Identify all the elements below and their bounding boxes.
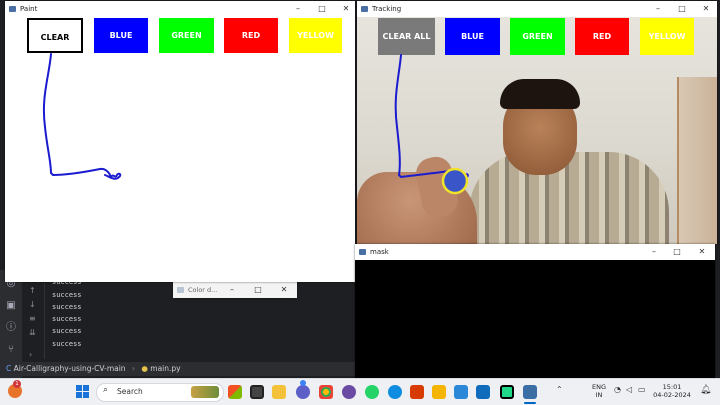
language-code: ENG bbox=[591, 383, 606, 391]
camera-feed: CLEAR ALL BLUE GREEN RED YELLOW bbox=[357, 17, 717, 244]
mask-titlebar[interactable]: mask – □ ✕ bbox=[355, 244, 715, 260]
teams-icon[interactable] bbox=[296, 385, 310, 399]
ide-breadcrumb: C Air-Calligraphy-using-CV-main › ● main… bbox=[0, 362, 356, 376]
copilot-icon[interactable] bbox=[228, 385, 242, 399]
pycharm-icon[interactable] bbox=[500, 385, 514, 399]
wifi-icon[interactable]: ◔ bbox=[614, 385, 621, 394]
office-icon[interactable] bbox=[410, 385, 424, 399]
tracking-titlebar[interactable]: Tracking – □ ✕ bbox=[357, 1, 717, 17]
maximize-icon[interactable]: □ bbox=[673, 1, 691, 17]
paint-window: Paint – □ ✕ CLEAR BLUE GREEN RED YELLOW bbox=[5, 1, 355, 282]
drawn-stroke bbox=[42, 53, 122, 180]
close-icon[interactable]: ✕ bbox=[693, 244, 711, 260]
terminal-icon[interactable]: ▣ bbox=[5, 300, 17, 312]
search-placeholder: Search bbox=[117, 387, 143, 396]
color-window[interactable]: Color d... – □ ✕ bbox=[173, 282, 297, 298]
problems-icon[interactable]: ⓘ bbox=[5, 322, 17, 334]
whatsapp-icon[interactable] bbox=[365, 385, 379, 399]
window-app-icon bbox=[177, 287, 184, 293]
clock-date: 04-02-2024 bbox=[653, 391, 691, 399]
task-view-icon[interactable] bbox=[250, 385, 264, 399]
minimize-icon[interactable]: – bbox=[649, 1, 667, 17]
window-title: mask bbox=[370, 248, 389, 256]
minimize-icon[interactable]: – bbox=[645, 244, 663, 260]
teams-badge bbox=[300, 380, 306, 386]
project-icon: C bbox=[6, 364, 12, 373]
tracking-window: Tracking – □ ✕ CLEAR ALL BLUE GREEN RED … bbox=[357, 1, 717, 244]
region-code: IN bbox=[595, 391, 603, 399]
paint-titlebar[interactable]: Paint – □ ✕ bbox=[5, 1, 355, 17]
window-app-icon bbox=[9, 6, 16, 12]
breadcrumb-file[interactable]: main.py bbox=[150, 364, 180, 373]
language-indicator[interactable]: ENG IN bbox=[590, 383, 608, 399]
chevron-up-icon[interactable]: ⌃ bbox=[556, 385, 563, 394]
tracker-circle bbox=[441, 167, 469, 195]
chevron-right-icon[interactable]: › bbox=[29, 350, 39, 360]
maximize-icon[interactable]: □ bbox=[313, 1, 331, 17]
search-box[interactable]: ⌕ Search bbox=[96, 383, 224, 402]
chrome-icon[interactable] bbox=[319, 385, 333, 399]
notification-badge: 1 bbox=[13, 380, 21, 388]
breadcrumb-separator-icon: › bbox=[131, 364, 135, 373]
folder-icon[interactable] bbox=[432, 385, 446, 399]
output-line: success bbox=[52, 327, 82, 335]
output-line: success bbox=[52, 340, 82, 348]
python-file-icon: ● bbox=[141, 364, 148, 373]
close-icon[interactable]: ✕ bbox=[697, 1, 715, 17]
minimize-icon[interactable]: – bbox=[289, 1, 307, 17]
bell-icon[interactable]: 🔔︎ bbox=[700, 385, 711, 395]
python-window-icon[interactable] bbox=[523, 385, 537, 399]
outlook-icon[interactable] bbox=[476, 385, 490, 399]
search-icon: ⌕ bbox=[103, 385, 109, 395]
output-line: success bbox=[52, 291, 82, 299]
scroll-end-icon[interactable]: ⇊ bbox=[29, 328, 39, 338]
clock-time: 15:01 bbox=[662, 383, 682, 391]
edge-icon[interactable] bbox=[388, 385, 402, 399]
battery-icon[interactable]: ▭ bbox=[638, 385, 646, 394]
file-explorer-icon[interactable] bbox=[272, 385, 286, 399]
maximize-icon[interactable]: □ bbox=[668, 244, 686, 260]
window-title: Paint bbox=[20, 5, 38, 13]
scroll-down-icon[interactable]: ↓ bbox=[29, 300, 39, 310]
close-icon[interactable]: ✕ bbox=[275, 282, 293, 298]
minimize-icon[interactable]: – bbox=[223, 282, 241, 298]
soft-wrap-icon[interactable]: ≡ bbox=[29, 314, 39, 324]
close-icon[interactable]: ✕ bbox=[337, 1, 355, 17]
window-app-icon bbox=[359, 249, 366, 255]
output-line: success bbox=[52, 315, 82, 323]
maximize-icon[interactable]: □ bbox=[249, 282, 267, 298]
tracked-stroke bbox=[394, 54, 469, 195]
scroll-up-icon[interactable]: ↑ bbox=[29, 286, 39, 296]
search-highlight-image bbox=[191, 386, 219, 398]
clock[interactable]: 15:01 04-02-2024 bbox=[652, 383, 692, 399]
paint-canvas[interactable]: CLEAR BLUE GREEN RED YELLOW bbox=[5, 17, 355, 282]
breadcrumb-project[interactable]: Air-Calligraphy-using-CV-main bbox=[14, 364, 126, 373]
output-line: success bbox=[52, 303, 82, 311]
taskbar: 1 ⌕ Search ⌃ ENG IN ◔ ◁ ▭ 15:01 04-02-20… bbox=[0, 378, 720, 405]
window-app-icon bbox=[361, 6, 368, 12]
window-title: Tracking bbox=[372, 5, 402, 13]
start-icon[interactable] bbox=[76, 385, 89, 398]
app-icon[interactable] bbox=[342, 385, 356, 399]
mask-view bbox=[355, 260, 715, 378]
store-icon[interactable] bbox=[454, 385, 468, 399]
volume-icon[interactable]: ◁ bbox=[626, 385, 632, 394]
window-title: Color d... bbox=[188, 286, 218, 294]
git-icon[interactable]: ⑂ bbox=[5, 344, 17, 356]
mask-window: mask – □ ✕ bbox=[355, 244, 715, 378]
